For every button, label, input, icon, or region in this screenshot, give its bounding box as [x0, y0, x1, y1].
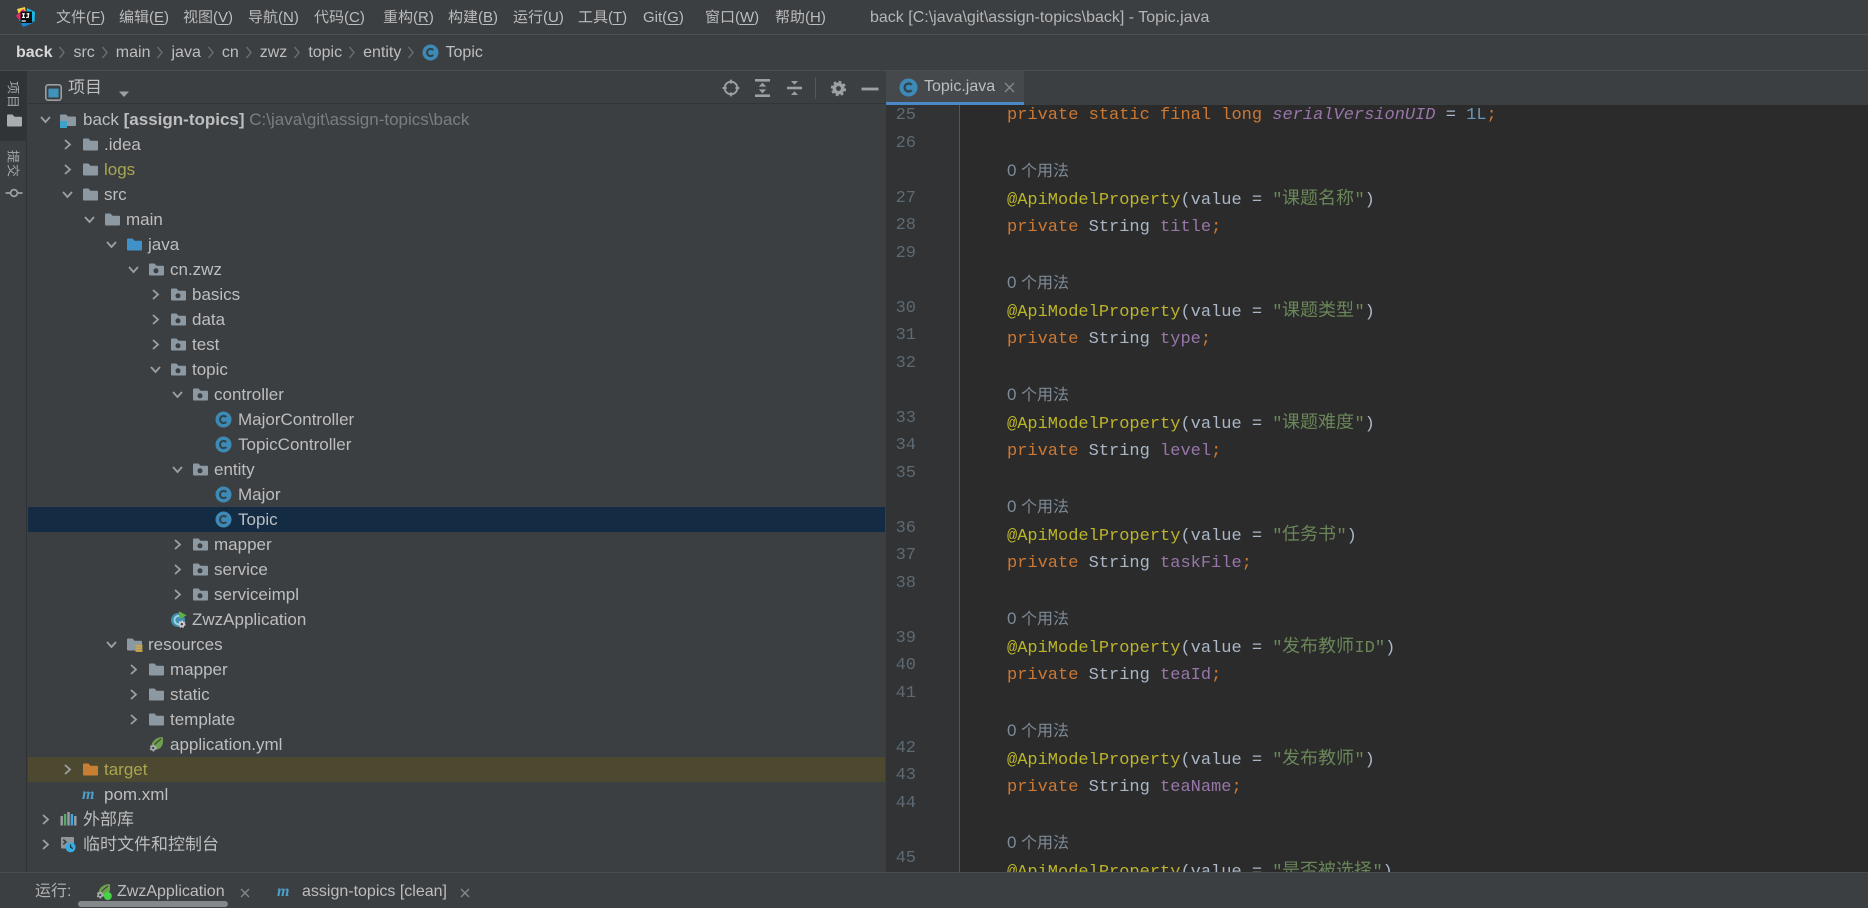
svg-text:m: m: [277, 883, 289, 900]
svg-text:m: m: [82, 786, 94, 803]
